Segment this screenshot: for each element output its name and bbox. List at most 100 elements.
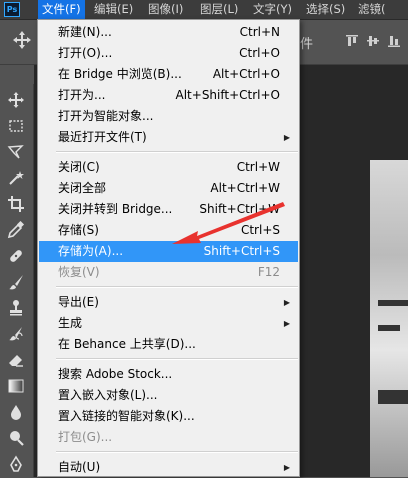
photoshop-logo-icon[interactable]: Ps — [4, 2, 20, 17]
menu-item-close-all[interactable]: 关闭全部 Alt+Ctrl+W — [39, 178, 298, 199]
menu-item-place-embedded[interactable]: 置入嵌入对象(L)... — [39, 385, 298, 406]
menu-item-open-as[interactable]: 打开为... Alt+Shift+Ctrl+O — [39, 85, 298, 106]
menu-item-close-and-go-to-bridge[interactable]: 关闭并转到 Bridge... Shift+Ctrl+W — [39, 199, 298, 220]
dodge-tool[interactable] — [4, 427, 28, 449]
menu-item-label: 打开为智能对象... — [58, 109, 154, 123]
menu-item-close[interactable]: 关闭(C) Ctrl+W — [39, 157, 298, 178]
menu-separator — [56, 451, 298, 453]
menu-separator — [56, 286, 298, 288]
menu-item-shortcut: Ctrl+N — [239, 25, 280, 39]
marquee-tool[interactable] — [4, 115, 28, 137]
menu-item-shortcut: Alt+Ctrl+O — [212, 67, 280, 81]
magic-wand-tool[interactable] — [4, 167, 28, 189]
menu-item-shortcut: Ctrl+W — [236, 160, 280, 174]
menu-item-shortcut: Alt+Shift+Ctrl+O — [175, 88, 280, 102]
magic-wand-icon — [9, 171, 24, 185]
menu-layer[interactable]: 图层(L) — [196, 0, 242, 19]
menu-item-automate[interactable]: 自动(U) ▶ — [39, 457, 298, 478]
align-bottom-icon[interactable] — [387, 34, 401, 48]
menu-item-place-linked[interactable]: 置入链接的智能对象(K)... — [39, 406, 298, 427]
menu-bar: Ps 文件(F) 编辑(E) 图像(I) 图层(L) 文字(Y) 选择(S) 滤… — [0, 0, 408, 20]
pen-tool[interactable] — [4, 453, 28, 475]
move-icon — [8, 92, 24, 108]
document-image[interactable] — [370, 160, 408, 477]
menu-item-save[interactable]: 存储(S) Ctrl+S — [39, 220, 298, 241]
menu-item-browse-in-bridge[interactable]: 在 Bridge 中浏览(B)... Alt+Ctrl+O — [39, 64, 298, 85]
menu-item-label: 在 Behance 上共享(D)... — [58, 337, 196, 351]
menu-item-label: 在 Bridge 中浏览(B)... — [58, 67, 182, 81]
menu-item-shortcut: Ctrl+S — [240, 223, 280, 237]
menu-item-label: 关闭(C) — [58, 160, 100, 174]
menu-filter[interactable]: 滤镜( — [354, 0, 390, 19]
menu-item-generate[interactable]: 生成 ▶ — [39, 313, 298, 334]
menu-item-label: 存储为(A)... — [58, 244, 124, 258]
menu-item-label: 存储(S) — [58, 223, 99, 237]
tools-panel — [0, 84, 34, 477]
marquee-icon — [9, 120, 23, 132]
menu-item-label: 搜索 Adobe Stock... — [58, 367, 173, 381]
submenu-arrow-icon: ▶ — [283, 133, 290, 142]
menu-image[interactable]: 图像(I) — [144, 0, 187, 19]
clone-stamp-tool[interactable] — [4, 297, 28, 319]
align-vcenter-icon[interactable] — [366, 34, 380, 48]
menu-item-save-as[interactable]: 存储为(A)... Shift+Ctrl+S — [39, 241, 298, 262]
menu-item-label: 生成 — [58, 316, 83, 330]
menu-item-shortcut: Shift+Ctrl+S — [203, 244, 280, 258]
gradient-tool[interactable] — [4, 375, 28, 397]
blur-tool[interactable] — [4, 401, 28, 423]
menu-item-label: 新建(N)... — [58, 25, 112, 39]
menu-item-label: 置入嵌入对象(L)... — [58, 388, 158, 402]
menu-separator — [56, 151, 298, 153]
submenu-arrow-icon: ▶ — [283, 463, 290, 472]
menu-item-shortcut: Ctrl+O — [239, 46, 280, 60]
menu-item-label: 打开为... — [58, 88, 106, 102]
menu-item-package: 打包(G)... — [39, 427, 298, 448]
menu-type[interactable]: 文字(Y) — [249, 0, 296, 19]
menu-item-label: 自动(U) — [58, 460, 101, 474]
clone-stamp-icon — [10, 300, 22, 316]
eyedropper-tool[interactable] — [4, 219, 28, 241]
menu-item-export[interactable]: 导出(E) ▶ — [39, 292, 298, 313]
menu-item-shortcut: Alt+Ctrl+W — [210, 181, 280, 195]
menu-item-label: 导出(E) — [58, 295, 99, 309]
menu-item-label: 恢复(V) — [58, 265, 100, 279]
menu-item-share-on-behance[interactable]: 在 Behance 上共享(D)... — [39, 334, 298, 355]
history-brush-tool[interactable] — [4, 323, 28, 345]
pen-icon — [10, 455, 22, 472]
brush-icon — [9, 275, 23, 290]
submenu-arrow-icon: ▶ — [283, 298, 290, 307]
file-menu: 新建(N)... Ctrl+N 打开(O)... Ctrl+O 在 Bridge 中… — [37, 19, 300, 477]
menu-item-shortcut: F12 — [257, 265, 280, 279]
brush-tool[interactable] — [4, 271, 28, 293]
lasso-tool[interactable] — [4, 141, 28, 163]
submenu-arrow-icon: ▶ — [283, 319, 290, 328]
move-tool-preset-icon[interactable] — [12, 30, 34, 52]
lasso-icon — [7, 145, 24, 159]
healing-brush-icon — [10, 250, 22, 262]
menu-edit[interactable]: 编辑(E) — [90, 0, 137, 19]
menu-select[interactable]: 选择(S) — [302, 0, 349, 19]
history-brush-icon — [9, 327, 23, 341]
menu-file[interactable]: 文件(F) — [38, 0, 85, 19]
menu-item-new[interactable]: 新建(N)... Ctrl+N — [39, 22, 298, 43]
move-tool[interactable] — [4, 89, 28, 111]
crop-tool[interactable] — [4, 193, 28, 215]
align-top-icon[interactable] — [345, 34, 359, 48]
eyedropper-icon — [7, 221, 25, 239]
gradient-icon — [8, 379, 24, 393]
crop-icon — [8, 196, 24, 212]
menu-item-label: 置入链接的智能对象(K)... — [58, 409, 195, 423]
menu-item-label: 打开(O)... — [58, 46, 113, 60]
menu-item-search-adobe-stock[interactable]: 搜索 Adobe Stock... — [39, 364, 298, 385]
menu-item-revert: 恢复(V) F12 — [39, 262, 298, 283]
menu-item-shortcut: Shift+Ctrl+W — [199, 202, 280, 216]
dodge-icon — [10, 431, 24, 446]
blur-icon — [11, 405, 21, 420]
menu-item-open[interactable]: 打开(O)... Ctrl+O — [39, 43, 298, 64]
menu-separator — [56, 358, 298, 360]
menu-item-label: 关闭全部 — [58, 181, 107, 195]
eraser-tool[interactable] — [4, 349, 28, 371]
menu-item-open-recent[interactable]: 最近打开文件(T) ▶ — [39, 127, 298, 148]
healing-brush-tool[interactable] — [4, 245, 28, 267]
menu-item-open-as-smart-object[interactable]: 打开为智能对象... — [39, 106, 298, 127]
